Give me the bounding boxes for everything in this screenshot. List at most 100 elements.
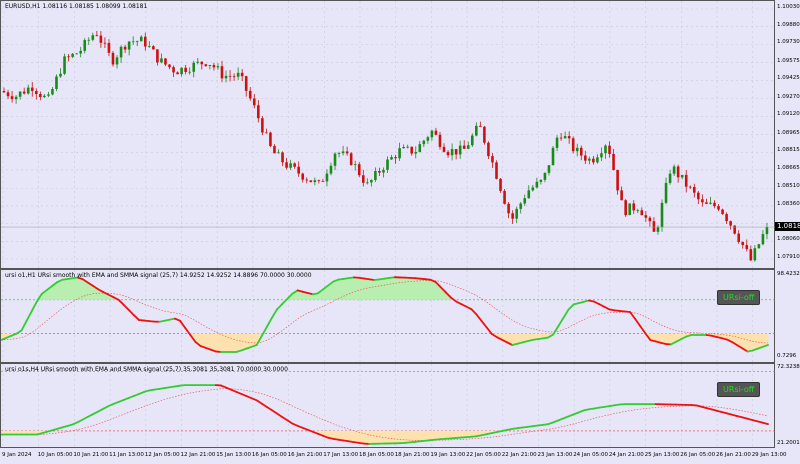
- candle-body: [212, 65, 216, 68]
- candle-body: [430, 130, 434, 138]
- price-chart[interactable]: EURUSD,H1 1.08116 1.08185 1.08099 1.0818…: [0, 0, 776, 270]
- candle-body: [551, 147, 555, 166]
- candle-body: [236, 72, 240, 77]
- overbought-fill: [404, 277, 411, 300]
- ursi-h1-panel[interactable]: ursi o1,H1 URsi smooth with EMA and SMMA…: [0, 269, 776, 364]
- ursi-line-segment: [761, 421, 769, 425]
- candle-body: [499, 178, 502, 191]
- ursi-line-segment: [265, 316, 273, 328]
- candle-body: [604, 145, 607, 154]
- candle-body: [636, 210, 640, 212]
- candle-body: [131, 41, 135, 43]
- candle-body: [483, 126, 486, 143]
- oversold-fill: [348, 430, 355, 442]
- candle-body: [503, 190, 506, 204]
- oversold-fill: [353, 430, 360, 443]
- candle-body: [664, 182, 668, 203]
- candle-body: [382, 169, 385, 173]
- candle-body: [656, 227, 660, 232]
- candle-body: [305, 179, 309, 181]
- candle-body: [333, 153, 337, 166]
- candle-body: [495, 162, 498, 179]
- candle-body: [567, 136, 571, 139]
- candle-body: [680, 174, 684, 178]
- candle-body: [281, 152, 284, 163]
- ursi-off-button[interactable]: URsi-off: [717, 382, 761, 397]
- oversold-fill: [200, 333, 206, 347]
- ursi-line-segment: [470, 308, 478, 316]
- candle-body: [297, 166, 300, 174]
- candle-body: [341, 151, 345, 154]
- candle-body: [184, 67, 187, 72]
- ursi-line-segment: [475, 313, 483, 322]
- candle-body: [67, 56, 70, 58]
- ursi-line-segment: [30, 300, 38, 313]
- candle-body: [543, 172, 547, 180]
- candle-body: [111, 52, 115, 65]
- candle-body: [378, 171, 381, 173]
- candle-body: [596, 157, 599, 163]
- candle-body: [612, 153, 615, 170]
- time-tick: 23 Jan 13:00: [537, 452, 573, 458]
- candle-body: [160, 58, 163, 63]
- oversold-fill: [215, 333, 222, 352]
- candle-body: [414, 152, 418, 154]
- candle-body: [410, 146, 414, 154]
- candle-body: [289, 163, 292, 168]
- candle-body: [733, 225, 736, 234]
- candle-body: [434, 130, 438, 135]
- candle-body: [139, 36, 143, 42]
- ursi-line-segment: [485, 326, 493, 335]
- candle-body: [152, 46, 155, 50]
- candle-body: [668, 173, 672, 183]
- candle-body: [75, 53, 78, 55]
- candle-body: [422, 140, 426, 145]
- oversold-fill: [420, 430, 426, 441]
- candle-body: [624, 200, 627, 216]
- candle-body: [361, 175, 365, 183]
- oversold-fill: [333, 430, 339, 440]
- overbought-fill: [389, 277, 396, 300]
- candle-body: [2, 90, 6, 93]
- candle-body: [79, 50, 82, 54]
- candle-body: [475, 125, 478, 136]
- candle-body: [277, 152, 280, 154]
- candle-body: [252, 98, 256, 106]
- overbought-fill: [338, 279, 344, 300]
- p3-axis-top: 72.3238: [777, 364, 800, 370]
- overbought-fill: [328, 283, 334, 300]
- ursi-line-segment: [634, 317, 642, 327]
- ursi-line-segment: [276, 303, 284, 311]
- ursi-line-segment: [25, 310, 33, 322]
- candle-body: [725, 214, 728, 222]
- price-tick: 1.09425: [777, 75, 800, 82]
- candle-body: [426, 137, 430, 141]
- candle-body: [374, 171, 377, 181]
- candle-body: [450, 149, 454, 156]
- overbought-fill: [394, 277, 401, 300]
- candle-body: [765, 227, 769, 235]
- candle-body: [22, 91, 26, 94]
- candle-body: [123, 46, 127, 50]
- candle-body: [168, 64, 171, 68]
- candle-body: [34, 90, 38, 95]
- overbought-fill: [333, 280, 339, 300]
- ursi-h4-panel[interactable]: ursi o1s,H4 URsi smooth with EMA and SMM…: [0, 363, 776, 449]
- candle-body: [660, 202, 664, 228]
- overbought-fill: [348, 277, 355, 300]
- candle-body: [91, 35, 95, 40]
- candle-body: [592, 158, 595, 163]
- time-tick: 25 Jan 13:00: [644, 452, 680, 458]
- candle-body: [216, 66, 220, 68]
- candle-body: [701, 199, 704, 203]
- candle-body: [684, 174, 688, 187]
- candle-body: [357, 164, 361, 176]
- candle-body: [588, 158, 591, 161]
- ursi-off-button[interactable]: URsi-off: [717, 290, 761, 305]
- candle-body: [188, 71, 191, 73]
- oversold-fill: [440, 430, 447, 439]
- candle-body: [406, 146, 409, 148]
- price-tick: 1.09120: [777, 111, 800, 118]
- candle-body: [620, 190, 623, 201]
- oversold-fill: [512, 333, 518, 345]
